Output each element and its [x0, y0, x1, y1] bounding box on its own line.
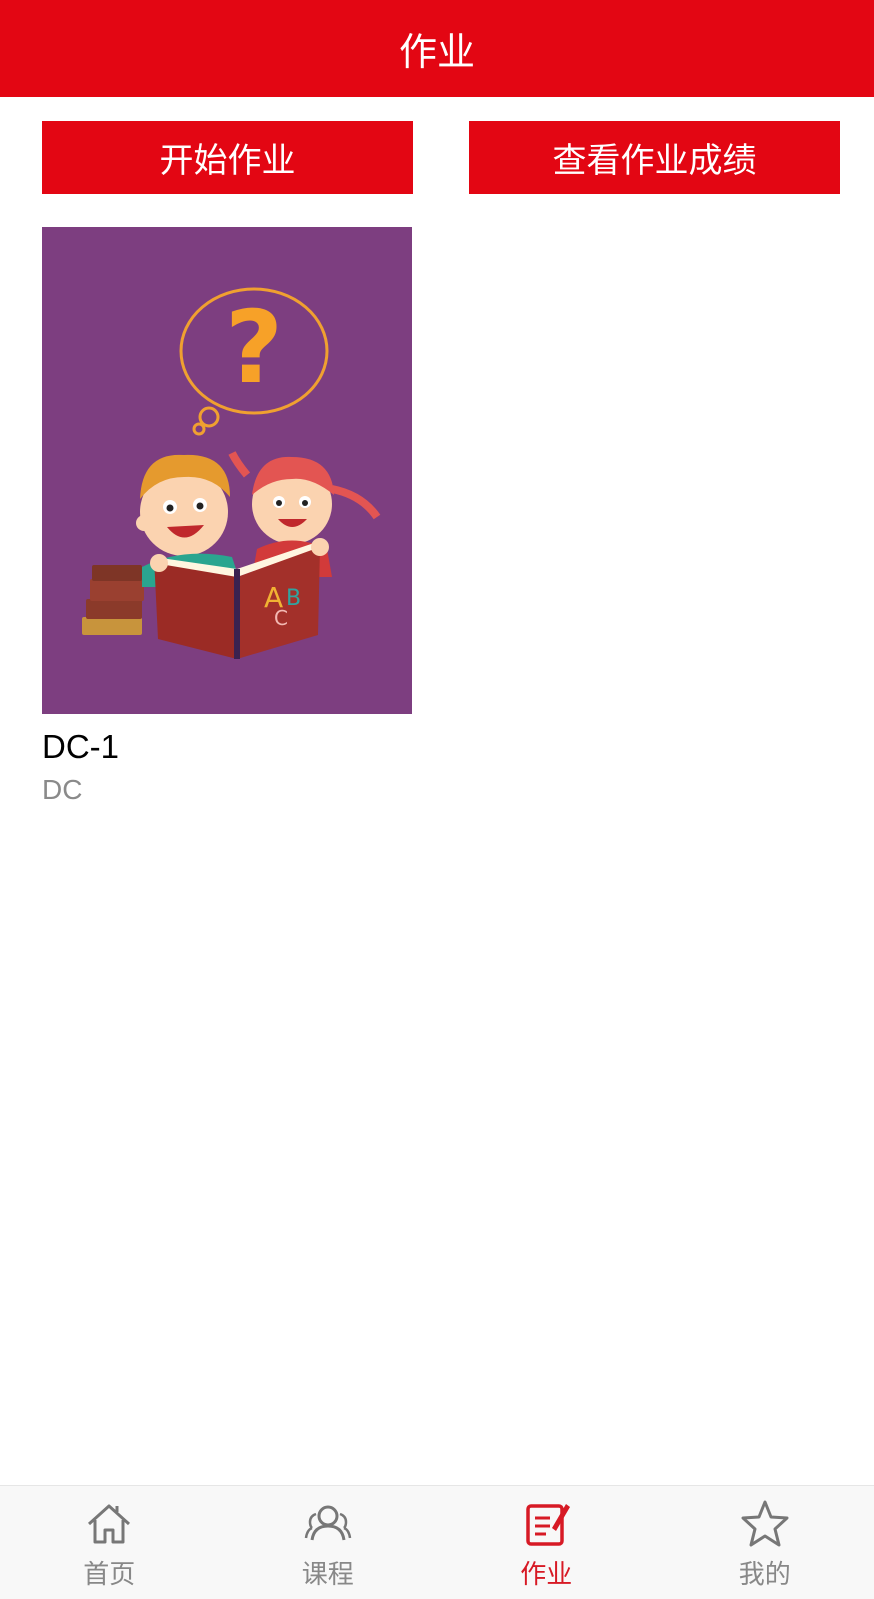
bottom-tab-bar: 首页 课程 作业 我的	[0, 1485, 874, 1599]
svg-text:B: B	[286, 586, 301, 611]
tab-mine[interactable]: 我的	[656, 1486, 874, 1599]
svg-text:?: ?	[225, 289, 283, 406]
tab-mine-label: 我的	[739, 1554, 791, 1591]
home-icon	[83, 1498, 135, 1550]
view-scores-label: 查看作业成绩	[553, 133, 757, 182]
page-title: 作业	[399, 21, 475, 76]
svg-text:C: C	[274, 606, 288, 630]
top-bar: 作业	[0, 0, 874, 97]
homework-title: DC-1	[42, 728, 412, 766]
tab-courses[interactable]: 课程	[219, 1486, 438, 1599]
homework-icon	[520, 1498, 572, 1550]
star-icon	[739, 1498, 791, 1550]
tab-courses-label: 课程	[302, 1554, 354, 1591]
kids-reading-illustration: ?	[42, 227, 412, 714]
homework-card[interactable]: ?	[42, 227, 412, 806]
tab-homework[interactable]: 作业	[437, 1486, 656, 1599]
tab-home-label: 首页	[83, 1554, 135, 1591]
start-homework-button[interactable]: 开始作业	[42, 121, 413, 194]
homework-subtitle: DC	[42, 774, 412, 806]
view-scores-button[interactable]: 查看作业成绩	[469, 121, 840, 194]
users-icon	[302, 1498, 354, 1550]
tab-home[interactable]: 首页	[0, 1486, 219, 1599]
tab-homework-label: 作业	[520, 1554, 572, 1591]
homework-cover-image: ?	[42, 227, 412, 714]
start-homework-label: 开始作业	[160, 133, 296, 182]
